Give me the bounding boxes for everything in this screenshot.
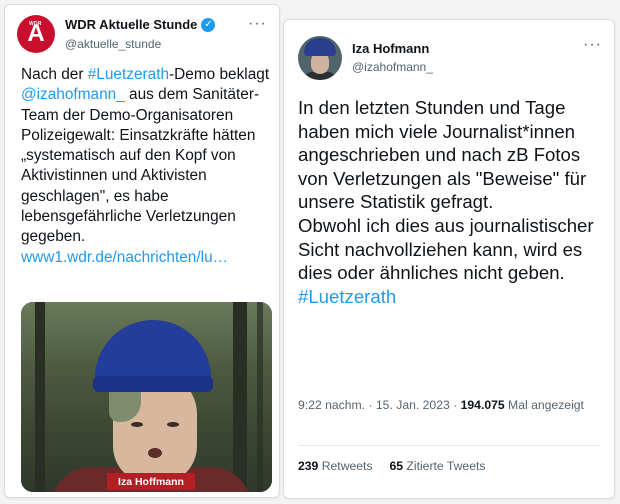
tweet-stats: 239 Retweets 65 Zitierte Tweets: [298, 459, 485, 473]
tweet-text-part: aus dem Sanitäter-Team der Demo-Organisa…: [21, 86, 260, 246]
tweet-text: In den letzten Stunden und Tage haben mi…: [298, 96, 614, 308]
avatar-small-text: WDR: [29, 21, 42, 27]
author-handle[interactable]: @izahofmann_: [352, 60, 433, 74]
verified-badge-icon: ✓: [201, 17, 216, 32]
more-options-icon[interactable]: ···: [583, 36, 602, 54]
hashtag-link[interactable]: #Luetzerath: [298, 285, 614, 309]
author-handle[interactable]: @aktuelle_stunde: [65, 37, 161, 51]
quotes-count: 65: [389, 459, 404, 473]
mention-link[interactable]: @izahofmann_: [21, 86, 125, 103]
avatar[interactable]: WDR A: [17, 15, 55, 53]
tweet-media-image[interactable]: Iza Hoffmann: [21, 302, 272, 492]
tweet-text: Nach der #Luetzerath-Demo beklagt @izaho…: [21, 65, 271, 268]
tweet-paragraph: In den letzten Stunden und Tage haben mi…: [298, 97, 587, 213]
retweets-count: 239: [298, 459, 319, 473]
tweet-card-iza[interactable]: Iza Hofmann @izahofmann_ ··· In den letz…: [283, 19, 615, 499]
timestamp[interactable]: 9:22 nachm. · 15. Jan. 2023 ·: [298, 398, 461, 412]
more-options-icon[interactable]: ···: [248, 15, 267, 33]
tweet-meta: 9:22 nachm. · 15. Jan. 2023 · 194.075 Ma…: [298, 396, 598, 414]
image-caption: Iza Hoffmann: [107, 473, 195, 490]
tweet-text-part: Nach der: [21, 66, 88, 83]
tweet-header: WDR A WDR Aktuelle Stunde ✓ @aktuelle_st…: [17, 15, 269, 55]
view-count: 194.075: [460, 398, 505, 412]
tweet-card-wdr[interactable]: WDR A WDR Aktuelle Stunde ✓ @aktuelle_st…: [4, 4, 280, 498]
avatar[interactable]: [298, 36, 342, 80]
tweet-header: Iza Hofmann @izahofmann_ ···: [298, 36, 604, 80]
tweet-text-part: -Demo beklagt: [169, 66, 270, 83]
quotes-stat[interactable]: 65 Zitierte Tweets: [389, 459, 485, 473]
view-count-label: Mal angezeigt: [504, 398, 584, 412]
quotes-label: Zitierte Tweets: [403, 459, 486, 473]
article-link[interactable]: www1.wdr.de/nachrichten/lu…: [21, 248, 271, 268]
author-name[interactable]: Iza Hofmann: [352, 41, 429, 56]
divider: [298, 445, 600, 446]
author-name[interactable]: WDR Aktuelle Stunde: [65, 17, 197, 32]
retweets-label: Retweets: [318, 459, 373, 473]
hashtag-link[interactable]: #Luetzerath: [88, 66, 169, 83]
tweet-paragraph: Obwohl ich dies aus journalistischer Sic…: [298, 214, 594, 284]
retweets-stat[interactable]: 239 Retweets: [298, 459, 373, 473]
